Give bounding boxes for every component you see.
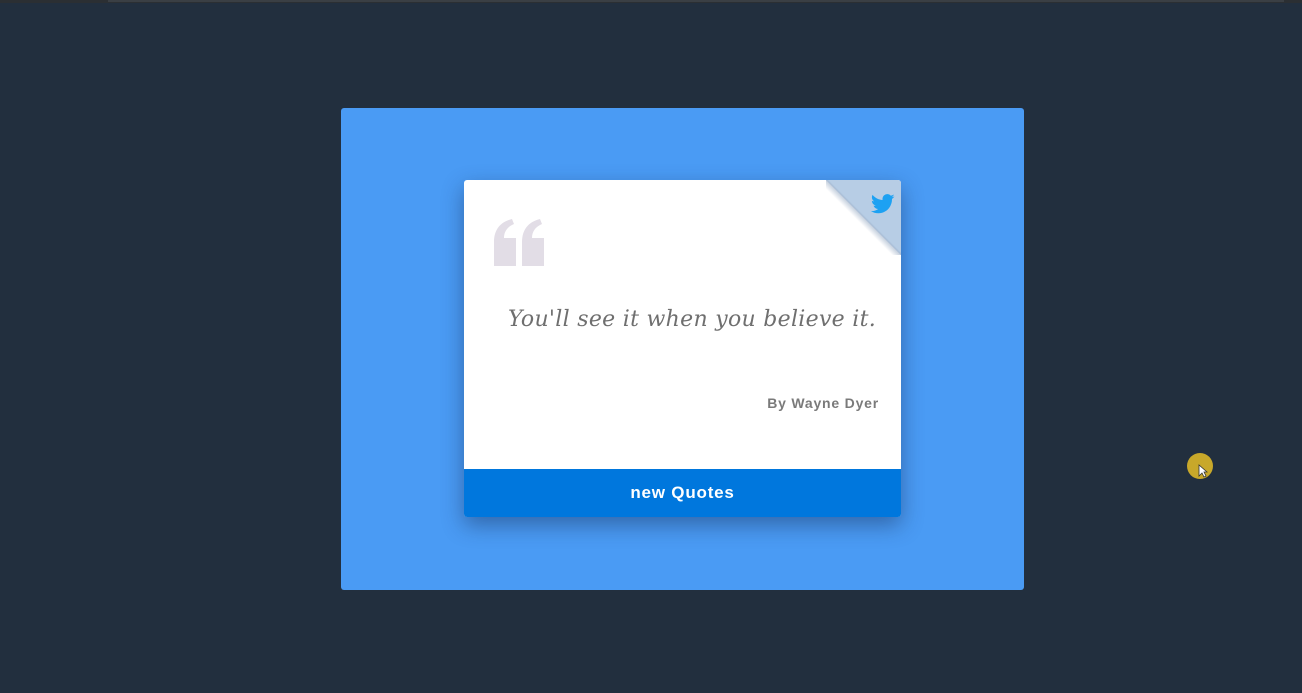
quote-card: You'll see it when you believe it. By Wa… [464,180,901,517]
new-quote-button[interactable]: new Quotes [464,469,901,517]
window-top-edge [0,0,1302,3]
quote-author: By Wayne Dyer [767,395,879,411]
window-top-line [108,0,1284,2]
quote-text: You'll see it when you believe it. [508,307,877,332]
quote-mark-icon [494,219,544,266]
quote-stage: You'll see it when you believe it. By Wa… [341,108,1024,590]
mouse-cursor-icon [1198,464,1208,478]
twitter-icon[interactable] [871,194,895,214]
corner-fold [826,180,901,255]
